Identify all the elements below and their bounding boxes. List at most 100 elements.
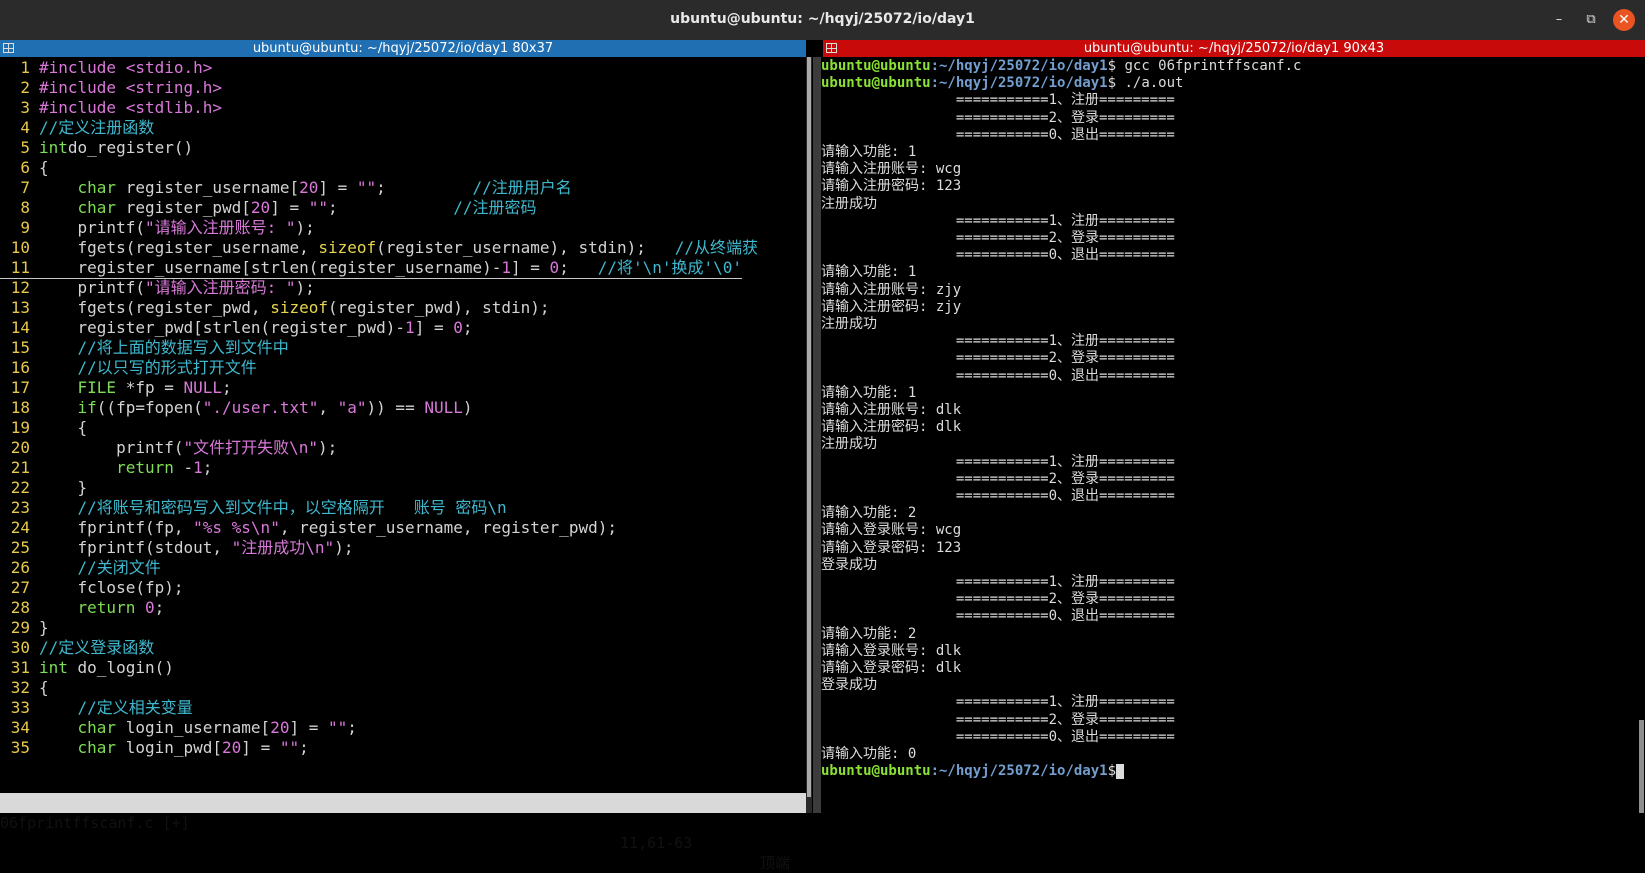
code-line[interactable]: 29} — [0, 617, 49, 638]
code-line[interactable]: 1 #include <stdio.h> — [0, 57, 212, 78]
code-line[interactable]: 5 intdo_register() — [0, 137, 193, 158]
code-line[interactable]: 30 //定义登录函数 — [0, 637, 155, 658]
code-token: "a" — [337, 398, 367, 417]
code-token: , — [318, 398, 338, 417]
terminal-output-line: ===========0、退出========= — [821, 488, 1175, 504]
code-text: return -1; — [39, 458, 212, 477]
code-line[interactable]: 23 //将账号和密码写入到文件中，以空格隔开 账号 密码\n — [0, 497, 507, 518]
code-line[interactable]: 35 char login_pwd[20] = ""; — [0, 737, 309, 758]
code-token: register_username[strlen(register_userna… — [39, 258, 502, 277]
code-line[interactable]: 27 fclose(fp); — [0, 577, 184, 598]
code-token: ] = — [511, 258, 550, 277]
code-token: NULL — [424, 398, 463, 417]
terminal-output-line: 请输入登录密码: dlk — [821, 660, 962, 676]
code-line[interactable]: 19 { — [0, 417, 87, 438]
code-token: "./user.txt" — [202, 398, 319, 417]
code-line[interactable]: 15 //将上面的数据写入到文件中 — [0, 337, 289, 358]
prompt-symbol: $ — [1107, 763, 1117, 780]
terminal-output-line: 注册成功 — [821, 195, 877, 212]
terminal-output-line: 请输入功能: 2 — [821, 505, 917, 522]
code-line[interactable]: 34 char login_username[20] = ""; — [0, 717, 357, 738]
prompt-symbol: $ — [1107, 58, 1117, 74]
terminal-output-line: ===========2、登录========= — [821, 109, 1175, 126]
code-token: "" — [327, 718, 348, 737]
code-token: if — [77, 398, 97, 417]
code-line[interactable]: 28 return 0; — [0, 597, 165, 618]
terminal-output-line: 请输入登录账号: dlk — [821, 642, 962, 659]
line-number: 22 — [10, 478, 30, 497]
line-number: 18 — [10, 398, 30, 417]
code-line[interactable]: 4 //定义注册函数 — [0, 117, 154, 138]
code-line[interactable]: 18 if((fp=fopen("./user.txt", "a")) == N… — [0, 397, 473, 418]
code-line[interactable]: 12 printf("请输入注册密码: "); — [0, 277, 315, 298]
vim-editor[interactable]: 1 #include <stdio.h> 2 #include <string.h> 3… — [0, 57, 806, 792]
terminal-output[interactable]: ubuntu@ubuntu:~/hqyj/25072/io/day1$ gcc … — [821, 57, 1639, 813]
code-token: 1 — [193, 458, 203, 477]
code-line[interactable]: 31 int do_login() — [0, 657, 174, 678]
line-number: 15 — [10, 338, 30, 357]
code-line[interactable]: 7 char register_username[20] = ""; //注册用… — [0, 177, 571, 198]
terminal-output-line: ===========2、登录========= — [821, 470, 1175, 487]
code-line[interactable]: 8 char register_pwd[20] = ""; //注册密码 — [0, 197, 537, 218]
code-line[interactable]: 9 printf("请输入注册账号: "); — [0, 217, 315, 238]
code-line[interactable]: 13 fgets(register_pwd, sizeof(register_p… — [0, 297, 550, 318]
code-line[interactable]: 24 fprintf(fp, "%s %s\n", register_usern… — [0, 517, 617, 538]
code-line[interactable]: 32 { — [0, 677, 49, 698]
code-token: char — [77, 718, 117, 737]
code-token: register_pwd[ — [116, 198, 251, 217]
code-text: FILE *fp = NULL; — [39, 378, 232, 397]
terminal-cursor — [1116, 763, 1125, 779]
code-line[interactable]: 17 FILE *fp = NULL; — [0, 377, 232, 398]
terminal-output-line: 请输入功能: 1 — [821, 264, 917, 281]
terminal-output-line: ===========1、注册========= — [821, 333, 1175, 350]
code-token: register_username[ — [116, 178, 300, 197]
code-line[interactable]: 33 //定义相关变量 — [0, 697, 193, 718]
right-pane-header[interactable]: ubuntu@ubuntu: ~/hqyj/25072/io/day1 90x4… — [823, 40, 1645, 57]
terminal-output-line: ===========2、登录========= — [821, 350, 1175, 367]
code-line[interactable]: 21 return -1; — [0, 457, 213, 478]
window-title: ubuntu@ubuntu: ~/hqyj/25072/io/day1 — [670, 11, 975, 27]
maximize-button[interactable]: ⧉ — [1580, 10, 1602, 30]
left-pane-header[interactable]: ubuntu@ubuntu: ~/hqyj/25072/io/day1 80x3… — [0, 40, 806, 57]
code-line[interactable]: 3 #include <stdlib.h> — [0, 97, 222, 118]
minimize-button[interactable]: – — [1548, 10, 1570, 30]
line-number: 20 — [10, 438, 30, 457]
code-token: ] = — [289, 718, 328, 737]
code-line[interactable]: 16 //以只写的形式打开文件 — [0, 357, 257, 378]
line-number: 26 — [10, 558, 30, 577]
code-text: //以只写的形式打开文件 — [39, 358, 257, 377]
code-text: printf("请输入注册账号: "); — [39, 218, 315, 237]
code-line[interactable]: 14 register_pwd[strlen(register_pwd)-1] … — [0, 317, 473, 338]
left-scrollbar-thumb[interactable] — [807, 57, 811, 797]
code-line[interactable]: 22 } — [0, 477, 87, 498]
code-line[interactable]: 20 printf("文件打开失败\n"); — [0, 437, 338, 458]
line-number: 17 — [10, 378, 30, 397]
line-number: 25 — [10, 538, 30, 557]
line-number: 1 — [20, 58, 30, 77]
line-number: 28 — [10, 598, 30, 617]
code-line[interactable]: 26 //关闭文件 — [0, 557, 161, 578]
pane-divider[interactable] — [813, 57, 821, 813]
code-line[interactable]: 11 register_username[strlen(register_use… — [0, 257, 743, 279]
code-token: ); — [318, 438, 338, 457]
code-token: //关闭文件 — [77, 558, 161, 577]
code-token: sizeof — [318, 238, 377, 257]
code-line[interactable]: 10 fgets(register_username, sizeof(regis… — [0, 237, 758, 258]
code-line[interactable]: 25 fprintf(stdout, "注册成功\n"); — [0, 537, 354, 558]
code-token: "文件打开失败\n" — [183, 438, 319, 457]
right-scrollbar-thumb[interactable] — [1639, 720, 1644, 813]
terminal-output-line: 请输入功能: 2 — [821, 625, 917, 642]
code-text: printf("请输入注册密码: "); — [39, 278, 315, 297]
code-line[interactable]: 2 #include <string.h> — [0, 77, 222, 98]
line-number: 11 — [10, 258, 30, 277]
code-token: //注册密码 — [453, 198, 537, 217]
close-button[interactable]: ✕ — [1613, 9, 1635, 31]
terminal-output-line: ===========0、退出========= — [821, 608, 1175, 625]
code-line[interactable]: 6{ — [0, 157, 48, 178]
code-token: 20 — [250, 198, 271, 217]
terminal-output-line: 请输入登录密码: 123 — [821, 539, 962, 556]
